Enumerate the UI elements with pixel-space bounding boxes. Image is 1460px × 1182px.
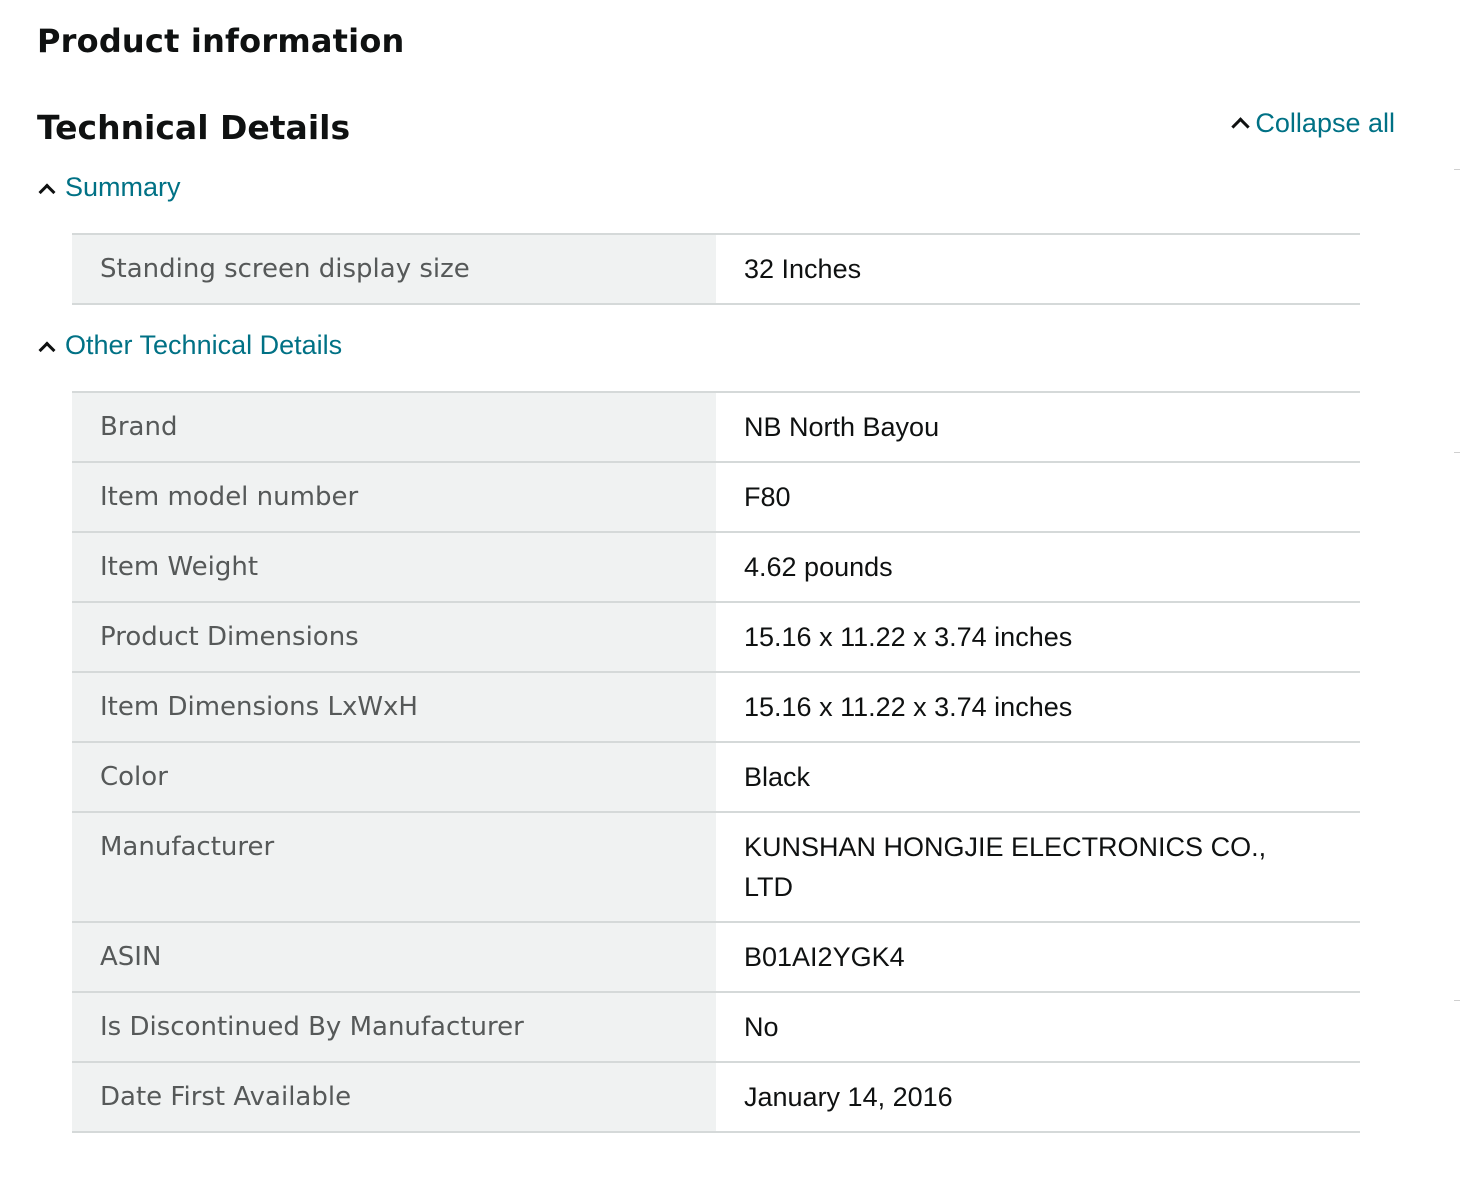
spec-label: Is Discontinued By Manufacturer [72, 992, 716, 1062]
other-technical-details-toggle[interactable]: Other Technical Details [37, 330, 342, 361]
spec-value: B01AI2YGK4 [744, 942, 905, 972]
table-row: Item Weight 4.62 pounds [72, 532, 1360, 602]
spec-label: Item Dimensions LxWxH [72, 672, 716, 742]
summary-toggle[interactable]: Summary [37, 172, 181, 203]
table-row: Color Black [72, 742, 1360, 812]
product-information-page: Product information Technical Details Co… [0, 0, 1460, 1182]
divider [1454, 1000, 1460, 1001]
table-row: Is Discontinued By Manufacturer No [72, 992, 1360, 1062]
page-title: Product information [37, 22, 405, 60]
summary-header-label: Summary [65, 172, 181, 202]
spec-label: Manufacturer [72, 812, 716, 922]
chevron-up-icon [1231, 117, 1251, 136]
spec-value: January 14, 2016 [744, 1082, 953, 1112]
summary-table: Standing screen display size 32 Inches [72, 233, 1360, 305]
spec-value: 4.62 pounds [744, 552, 893, 582]
spec-label: Item Weight [72, 532, 716, 602]
collapse-all-link[interactable]: Collapse all [1231, 108, 1395, 139]
table-row: Product Dimensions 15.16 x 11.22 x 3.74 … [72, 602, 1360, 672]
spec-label: ASIN [72, 922, 716, 992]
table-row: Item model number F80 [72, 462, 1360, 532]
other-technical-details-header-label: Other Technical Details [65, 330, 343, 360]
collapse-all-label: Collapse all [1255, 108, 1395, 138]
table-row: Brand NB North Bayou [72, 392, 1360, 462]
spec-value: Black [744, 762, 811, 792]
spec-label: Date First Available [72, 1062, 716, 1132]
spec-label: Standing screen display size [72, 234, 716, 304]
spec-value: 15.16 x 11.22 x 3.74 inches [744, 692, 1073, 722]
table-row: Manufacturer KUNSHAN HONGJIE ELECTRONICS… [72, 812, 1360, 922]
spec-label: Item model number [72, 462, 716, 532]
spec-value: No [744, 1012, 779, 1042]
spec-label: Brand [72, 392, 716, 462]
table-row: Item Dimensions LxWxH 15.16 x 11.22 x 3.… [72, 672, 1360, 742]
chevron-up-icon [38, 341, 56, 358]
table-row: Standing screen display size 32 Inches [72, 234, 1360, 304]
spec-value: 15.16 x 11.22 x 3.74 inches [744, 622, 1073, 652]
table-row: Date First Available January 14, 2016 [72, 1062, 1360, 1132]
spec-label: Color [72, 742, 716, 812]
spec-value: 32 Inches [744, 254, 862, 284]
table-row: ASIN B01AI2YGK4 [72, 922, 1360, 992]
divider [1454, 169, 1460, 170]
spec-value: F80 [744, 482, 791, 512]
spec-value: NB North Bayou [744, 412, 940, 442]
spec-label: Product Dimensions [72, 602, 716, 672]
technical-details-title: Technical Details [37, 108, 351, 147]
spec-value: KUNSHAN HONGJIE ELECTRONICS CO., LTD [744, 832, 1267, 902]
divider [1454, 452, 1460, 453]
chevron-up-icon [38, 183, 56, 200]
other-technical-details-table: Brand NB North Bayou Item model number F… [72, 391, 1360, 1133]
